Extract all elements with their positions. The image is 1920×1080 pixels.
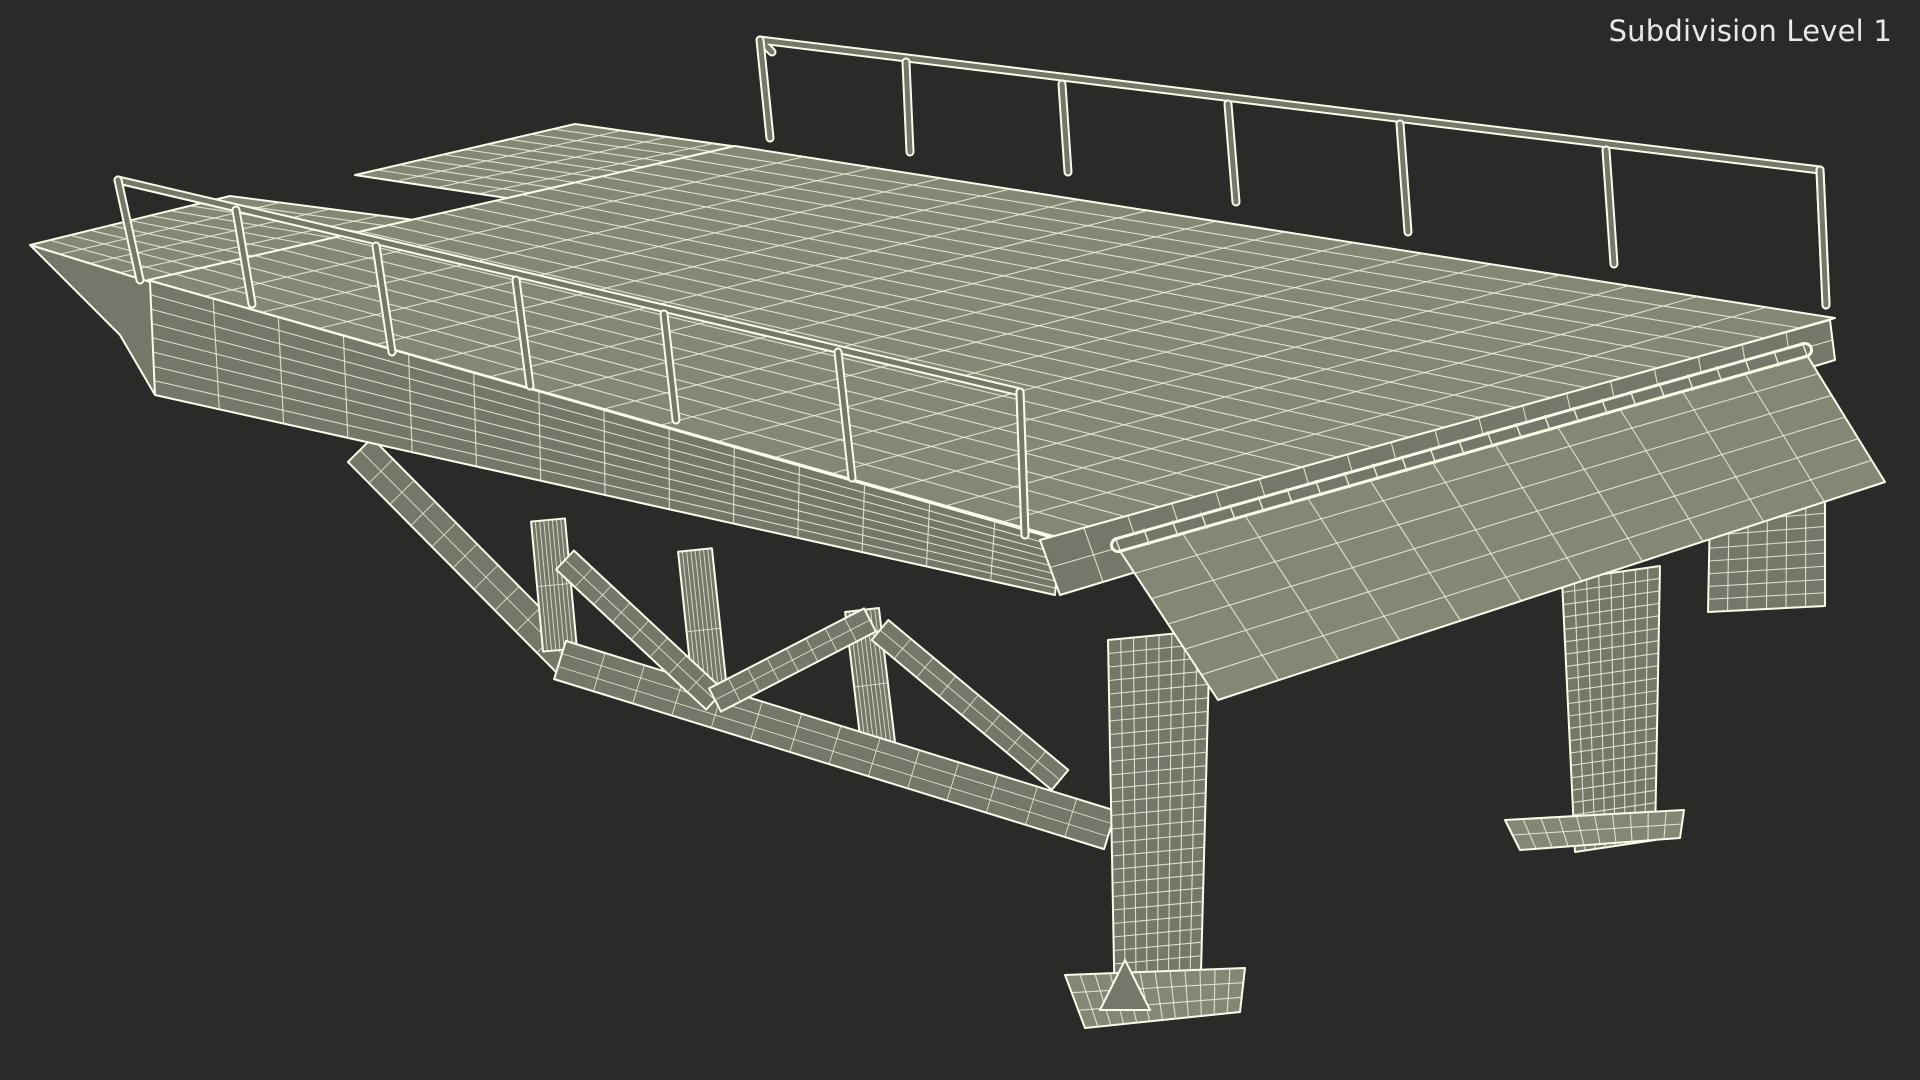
front-leg-foot bbox=[1064, 967, 1246, 1029]
back-railing-post-3 bbox=[1223, 99, 1241, 207]
front-leg bbox=[1107, 629, 1211, 1019]
left-railing-post-6 bbox=[1015, 387, 1030, 540]
truss-diag-2-grid-v bbox=[714, 619, 871, 701]
back-right-foot bbox=[1504, 809, 1685, 851]
back-railing-post-4 bbox=[1395, 119, 1413, 237]
back-railing-post-5 bbox=[1601, 145, 1619, 269]
wireframe-model-render bbox=[29, 35, 1886, 1029]
back-railing-post-2 bbox=[1057, 79, 1073, 177]
back-railing-post-1 bbox=[901, 57, 915, 157]
3d-viewport[interactable]: Subdivision Level 1 bbox=[0, 0, 1920, 1080]
back-right-leg bbox=[1561, 565, 1661, 853]
back-railing-post-6 bbox=[1815, 165, 1831, 310]
subdivision-level-label: Subdivision Level 1 bbox=[1608, 14, 1892, 48]
model-solids bbox=[29, 123, 1886, 1029]
front-leg-foot-face bbox=[1064, 967, 1246, 1029]
